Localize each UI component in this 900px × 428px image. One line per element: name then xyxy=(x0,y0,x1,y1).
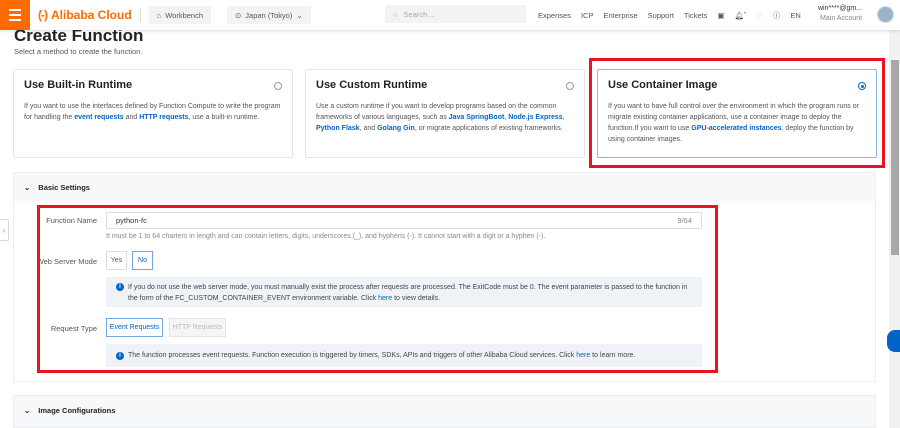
divider xyxy=(139,8,141,22)
link-gpu[interactable]: GPU-accelerated instances xyxy=(691,125,781,132)
logo[interactable]: (-) Alibaba Cloud xyxy=(38,8,132,22)
sidebar-expand-toggle[interactable]: › xyxy=(0,219,9,241)
input-value: python-fc xyxy=(116,216,147,225)
bell-icon[interactable]: 🔔︎• xyxy=(735,11,747,20)
search-input[interactable]: ○ Search... xyxy=(385,5,526,23)
top-nav: (-) Alibaba Cloud ⌂ Workbench ⊙ Japan (Toky… xyxy=(0,0,900,30)
section-title: Basic Settings xyxy=(38,182,90,192)
header-links: Expenses ICP Enterprise Support Tickets … xyxy=(538,0,801,30)
help-icon[interactable]: ⓘ xyxy=(773,10,781,21)
web-server-label: Web Server Mode xyxy=(36,257,97,266)
nav-tickets[interactable]: Tickets xyxy=(684,11,707,20)
card-description: If you want to have full control over th… xyxy=(608,103,859,143)
nav-expenses[interactable]: Expenses xyxy=(538,11,571,20)
terminal-icon[interactable]: ▣ xyxy=(717,11,724,20)
menu-button[interactable] xyxy=(0,0,30,30)
chevron-down-icon: ⌄ xyxy=(296,10,303,20)
lightbulb-icon[interactable]: ♡ xyxy=(756,11,763,20)
chevron-down-icon: ⌄ xyxy=(24,182,31,192)
nav-icp[interactable]: ICP xyxy=(581,11,594,20)
language-switch[interactable]: EN xyxy=(790,11,800,20)
method-card-custom[interactable]: Use Custom Runtime Use a custom runtime … xyxy=(305,69,585,158)
request-type-info: i The function processes event requests. … xyxy=(106,344,702,367)
workbench-button[interactable]: ⌂ Workbench xyxy=(148,6,211,24)
region-select[interactable]: ⊙ Japan (Tokyo) ⌄ xyxy=(227,6,311,24)
location-icon: ⊙ xyxy=(235,10,242,20)
search-placeholder: Search... xyxy=(403,9,434,19)
card-description: Use a custom runtime if you want to deve… xyxy=(316,103,565,132)
link-event-requests[interactable]: event requests xyxy=(74,114,123,121)
section-header[interactable]: ⌄ Basic Settings xyxy=(14,173,875,201)
web-details-link[interactable]: here xyxy=(378,295,392,302)
region-label: Japan (Tokyo) xyxy=(245,10,293,20)
web-server-yes[interactable]: Yes xyxy=(106,251,127,270)
account-type: Main Account xyxy=(820,15,863,22)
chevron-down-icon: ⌄ xyxy=(24,405,31,415)
search-icon: ○ xyxy=(393,9,398,19)
section-header[interactable]: ⌄ Image Configurations xyxy=(14,396,875,424)
card-title: Use Container Image xyxy=(608,79,718,91)
radio-container[interactable] xyxy=(858,82,866,90)
link-express[interactable]: Node.js Express xyxy=(508,114,562,121)
method-card-container[interactable]: Use Container Image If you want to have … xyxy=(597,69,877,158)
link-http-requests[interactable]: HTTP requests xyxy=(139,114,188,121)
request-type-label: Request Type xyxy=(50,324,97,333)
card-title: Use Built-in Runtime xyxy=(24,79,133,91)
info-icon: i xyxy=(116,351,124,360)
link-flask[interactable]: Python Flask xyxy=(316,125,360,132)
account-name: win****@gm... xyxy=(818,5,863,12)
function-name-hint: It must be 1 to 64 charters in length an… xyxy=(106,233,546,240)
radio-custom[interactable] xyxy=(566,82,574,90)
account-menu[interactable]: win****@gm... Main Account xyxy=(818,4,862,24)
page-subtitle: Select a method to create the function. xyxy=(14,47,143,56)
web-server-no[interactable]: No xyxy=(132,251,153,270)
workbench-label: Workbench xyxy=(165,10,203,20)
function-name-input[interactable]: python-fc 9/64 xyxy=(106,212,702,229)
logo-icon: (-) xyxy=(38,8,48,22)
home-icon: ⌂ xyxy=(156,10,162,20)
info-icon: i xyxy=(116,283,124,291)
link-gin[interactable]: Golang Gin xyxy=(377,125,415,132)
brand-name: Alibaba Cloud xyxy=(51,8,132,22)
link-springboot[interactable]: Java SpringBoot xyxy=(449,114,505,121)
nav-support[interactable]: Support xyxy=(648,11,674,20)
event-requests-button[interactable]: Event Requests xyxy=(106,318,163,337)
image-config-section: ⌄ Image Configurations xyxy=(13,395,876,428)
function-name-label: Function Name xyxy=(46,216,97,225)
web-server-info: i If you do not use the web server mode, … xyxy=(106,277,702,307)
learn-more-link[interactable]: here xyxy=(576,352,590,359)
section-title: Image Configurations xyxy=(38,405,116,415)
char-count: 9/64 xyxy=(677,216,692,225)
card-title: Use Custom Runtime xyxy=(316,79,428,91)
floating-help-button[interactable] xyxy=(887,330,900,352)
nav-enterprise[interactable]: Enterprise xyxy=(603,11,637,20)
radio-builtin[interactable] xyxy=(274,82,282,90)
card-description: If you want to use the interfaces define… xyxy=(24,103,281,121)
avatar[interactable] xyxy=(877,6,894,23)
method-card-builtin[interactable]: Use Built-in Runtime If you want to use … xyxy=(13,69,293,158)
scrollbar-thumb[interactable] xyxy=(891,60,899,255)
http-requests-button[interactable]: HTTP Requests xyxy=(169,318,226,337)
